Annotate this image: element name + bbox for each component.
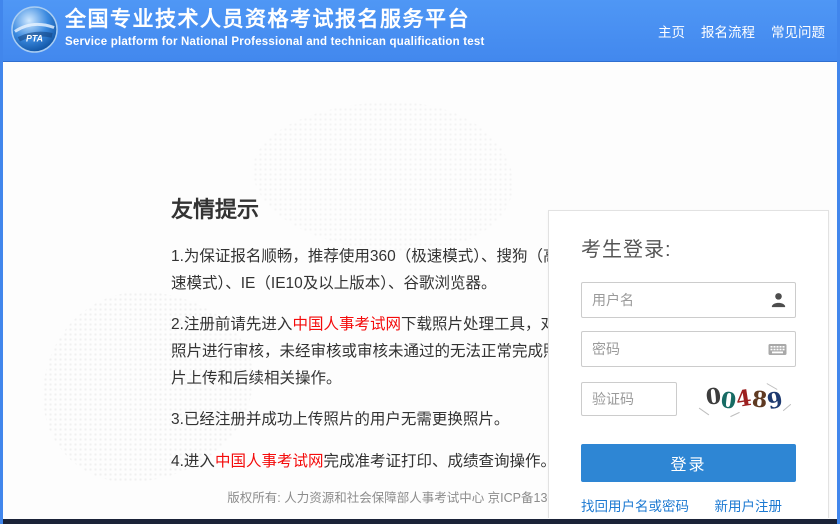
username-field-wrap — [581, 282, 796, 318]
captcha-image[interactable]: 0 0 4 8 9 — [692, 380, 796, 418]
login-panel: 考生登录: — [548, 210, 829, 518]
top-nav: 主页 报名流程 常见问题 — [658, 21, 825, 41]
password-field-wrap — [581, 331, 796, 367]
user-icon — [770, 292, 787, 309]
nav-process-link[interactable]: 报名流程 — [701, 21, 755, 41]
page: PTA 全国专业技术人员资格考试报名服务平台 Service platform … — [0, 0, 840, 524]
main-content: 友情提示 1.为保证报名顺畅，推荐使用360（极速模式）、搜狗（高速模式）、IE… — [3, 62, 837, 518]
site-title: 全国专业技术人员资格考试报名服务平台 — [65, 7, 485, 33]
tip-text: 4.进入 — [171, 453, 215, 470]
register-link[interactable]: 新用户注册 — [715, 495, 783, 515]
nav-faq-link[interactable]: 常见问题 — [771, 21, 825, 41]
friendly-tips: 友情提示 1.为保证报名顺畅，推荐使用360（极速模式）、搜狗（高速模式）、IE… — [171, 192, 565, 491]
login-button[interactable]: 登录 — [581, 444, 796, 482]
captcha-row: 0 0 4 8 9 — [581, 380, 796, 418]
tip-item: 3.已经注册并成功上传照片的用户无需更换照片。 — [171, 407, 565, 434]
captcha-digit: 9 — [765, 387, 785, 416]
keyboard-icon — [768, 342, 787, 357]
svg-text:PTA: PTA — [26, 33, 43, 43]
tip-text: 3.已经注册并成功上传照片的用户无需更换照片。 — [171, 411, 509, 428]
password-input[interactable] — [581, 331, 796, 367]
tip-item: 4.进入中国人事考试网完成准考证打印、成绩查询操作。 — [171, 449, 565, 476]
tip-text: 完成准考证打印、成绩查询操作。 — [323, 453, 556, 470]
captcha-field-wrap — [581, 382, 677, 416]
login-heading: 考生登录: — [581, 233, 796, 262]
cpta-site-link[interactable]: 中国人事考试网 — [215, 453, 324, 470]
brand: 全国专业技术人员资格考试报名服务平台 Service platform for … — [65, 7, 485, 48]
tip-item: 2.注册前请先进入中国人事考试网下载照片处理工具，对照片进行审核，未经审核或审核… — [171, 312, 565, 392]
tips-heading: 友情提示 — [171, 192, 565, 224]
forgot-credentials-link[interactable]: 找回用户名或密码 — [581, 495, 689, 515]
nav-home-link[interactable]: 主页 — [658, 21, 685, 41]
cpta-site-link[interactable]: 中国人事考试网 — [292, 316, 401, 333]
login-links: 找回用户名或密码 新用户注册 — [581, 495, 796, 515]
captcha-input[interactable] — [581, 382, 677, 416]
pta-logo-icon: PTA — [11, 6, 58, 53]
tip-text: 2.注册前请先进入 — [171, 316, 292, 333]
bottom-bar — [3, 519, 837, 524]
tip-item: 1.为保证报名顺畅，推荐使用360（极速模式）、搜狗（高速模式）、IE（IE10… — [171, 244, 565, 297]
site-subtitle: Service platform for National Profession… — [65, 36, 485, 48]
username-input[interactable] — [581, 282, 796, 318]
tip-text: 1.为保证报名顺畅，推荐使用360（极速模式）、搜狗（高速模式）、IE（IE10… — [171, 248, 559, 292]
captcha-noise — [783, 404, 791, 411]
header: PTA 全国专业技术人员资格考试报名服务平台 Service platform … — [3, 0, 837, 62]
